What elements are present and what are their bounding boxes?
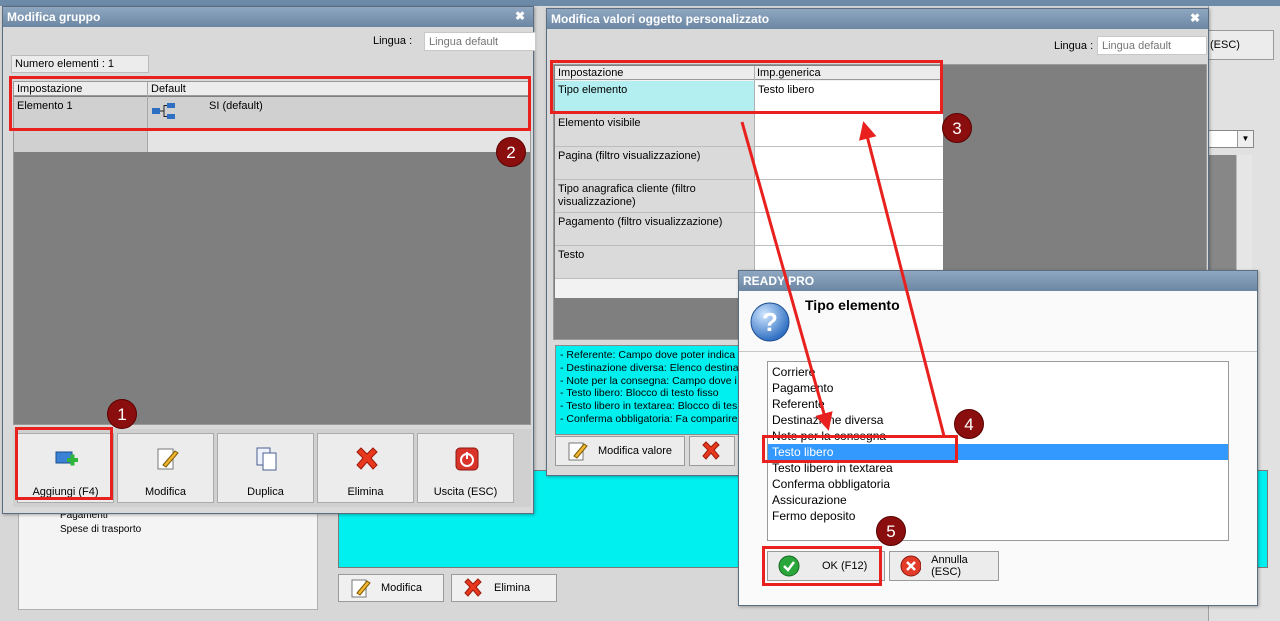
callout-badge: 4	[954, 409, 984, 439]
delete-icon	[702, 441, 720, 460]
numero-elementi: Numero elementi : 1	[11, 55, 149, 73]
divider	[739, 351, 1257, 352]
lingua-input[interactable]	[424, 32, 536, 51]
list-item[interactable]: Corriere	[768, 364, 1228, 380]
duplicate-icon	[256, 447, 277, 471]
annulla-button[interactable]: Annulla (ESC)	[889, 551, 999, 581]
row-key: Elemento visibile	[558, 117, 641, 129]
callout-badge: 1	[107, 399, 137, 429]
tree-item[interactable]: Spese di trasporto	[60, 524, 141, 535]
cell-bg	[755, 114, 943, 146]
callout-badge: 2	[496, 137, 526, 167]
dialog-title: Modifica valori oggetto personalizzato	[547, 9, 1208, 29]
table-row[interactable]: Elemento visibile	[555, 114, 943, 147]
dialog-title: READY PRO	[739, 271, 1257, 291]
question-icon: ?	[750, 302, 790, 342]
lingua-label: Lingua :	[373, 35, 413, 47]
svg-text:?: ?	[762, 307, 778, 337]
dialog-heading: Tipo elemento	[805, 297, 900, 313]
background-elimina-button[interactable]: Elimina	[451, 574, 557, 602]
elimina-label: Elimina	[494, 582, 531, 594]
note-line: - Testo libero: Blocco di testo fisso	[560, 387, 719, 400]
modifica-label: Modifica	[145, 486, 186, 498]
annulla-label: Annulla (ESC)	[931, 554, 968, 578]
list-item[interactable]: Assicurazione	[768, 492, 1228, 508]
cell-bg	[755, 213, 943, 245]
cell-bg	[755, 180, 943, 212]
note-line: - Testo libero in textarea: Blocco di te…	[560, 400, 738, 413]
callout-badge: 3	[942, 113, 972, 143]
row-key: Tipo anagrafica cliente (filtro visualiz…	[558, 183, 696, 208]
uscita-button[interactable]: Uscita (ESC)	[417, 433, 514, 503]
note-line: - Destinazione diversa: Elenco destina	[560, 361, 739, 374]
callout-highlight	[15, 427, 113, 500]
uscita-label: Uscita (ESC)	[433, 486, 498, 498]
power-icon	[455, 447, 479, 471]
row-key: Testo	[558, 249, 585, 261]
modifica-valore-button[interactable]: Modifica valore	[555, 436, 685, 466]
callout-highlight	[762, 546, 882, 586]
lingua-input[interactable]	[1097, 36, 1207, 55]
list-item[interactable]: Conferma obbligatoria	[768, 476, 1228, 492]
callout-badge: 5	[876, 516, 906, 546]
close-icon[interactable]: ✖	[513, 9, 527, 23]
row-key: Pagina (filtro visualizzazione)	[558, 150, 701, 162]
duplica-button[interactable]: Duplica	[217, 433, 314, 503]
modifica-label: Modifica	[381, 582, 422, 594]
lingua-label: Lingua :	[1054, 40, 1094, 52]
grid-empty-row	[14, 131, 147, 152]
callout-highlight	[550, 60, 943, 114]
duplica-label: Duplica	[247, 486, 284, 498]
notes-panel: - Referente: Campo dove poter indica - D…	[555, 345, 745, 435]
delete-button[interactable]	[689, 436, 735, 466]
edit-icon	[568, 442, 588, 461]
row-key: Pagamento (filtro visualizzazione)	[558, 216, 723, 228]
list-item[interactable]: Referente	[768, 396, 1228, 412]
edit-icon	[157, 448, 179, 470]
note-line: - Referente: Campo dove poter indica	[560, 349, 736, 361]
table-row[interactable]: Tipo anagrafica cliente (filtro visualiz…	[555, 180, 943, 213]
list-item[interactable]: Pagamento	[768, 380, 1228, 396]
close-icon[interactable]: ✖	[1188, 11, 1202, 25]
elimina-button[interactable]: Elimina	[317, 433, 414, 503]
table-row[interactable]: Pagina (filtro visualizzazione)	[555, 147, 943, 180]
list-item[interactable]: Fermo deposito	[768, 508, 1228, 524]
background-esc-button[interactable]: (ESC)	[1208, 30, 1274, 60]
list-item[interactable]: Destinazione diversa	[768, 412, 1228, 428]
callout-highlight	[9, 76, 531, 131]
chevron-down-icon[interactable]: ▼	[1237, 131, 1253, 147]
callout-highlight	[762, 435, 958, 463]
delete-icon	[356, 447, 378, 470]
background-modifica-button[interactable]: Modifica	[338, 574, 444, 602]
elimina-label: Elimina	[347, 486, 384, 498]
note-line: - Note per la consegna: Campo dove i	[560, 374, 737, 387]
modifica-valore-label: Modifica valore	[598, 445, 672, 457]
cell-bg	[755, 147, 943, 179]
edit-icon	[351, 579, 371, 598]
cancel-icon	[900, 555, 922, 577]
gruppo-grid: Impostazione Default Elemento 1 SI (defa…	[13, 81, 531, 425]
table-row[interactable]: Pagamento (filtro visualizzazione)	[555, 213, 943, 246]
modifica-button[interactable]: Modifica	[117, 433, 214, 503]
delete-icon	[464, 578, 482, 597]
note-line: - Conferma obbligatoria: Fa comparire	[560, 412, 738, 425]
dialog-title: Modifica gruppo	[3, 7, 533, 27]
